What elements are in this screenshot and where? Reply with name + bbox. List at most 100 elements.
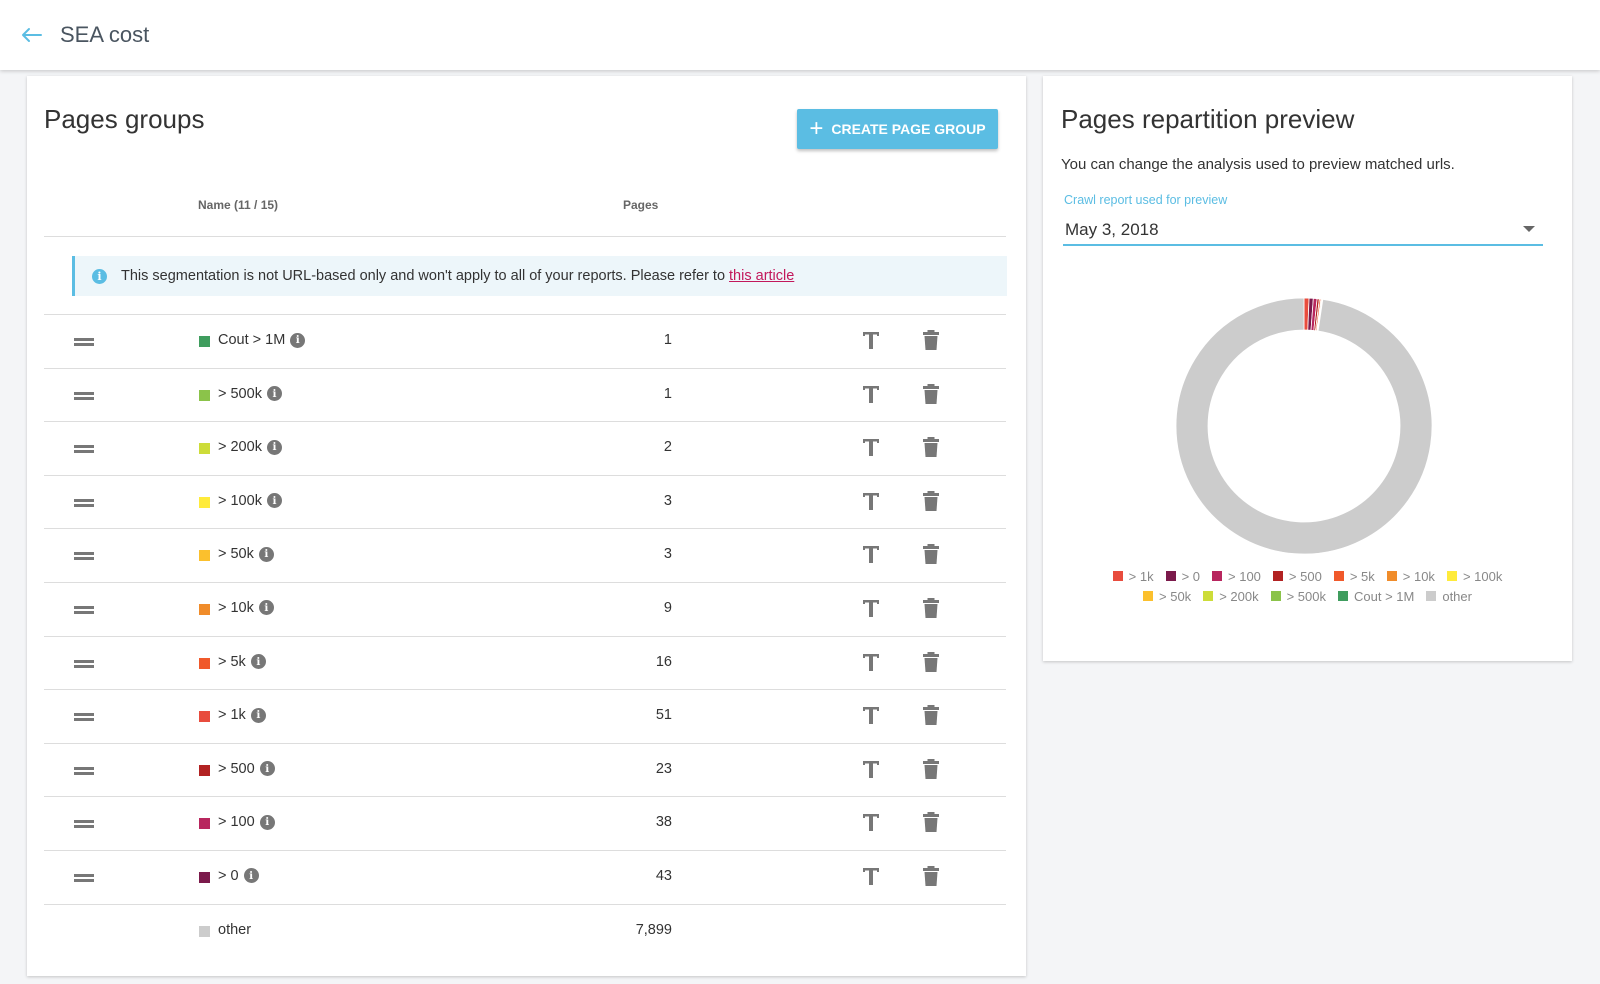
drag-handle-icon[interactable] — [74, 388, 94, 402]
legend-item[interactable]: > 10k — [1386, 568, 1435, 584]
legend-item[interactable]: > 500k — [1270, 589, 1326, 604]
info-icon[interactable]: i — [259, 814, 275, 830]
trash-icon[interactable] — [920, 810, 942, 834]
chevron-down-icon[interactable] — [1523, 226, 1535, 232]
text-format-icon[interactable] — [860, 596, 882, 620]
legend-item[interactable]: > 5k — [1333, 569, 1375, 584]
text-format-icon[interactable] — [860, 328, 882, 352]
groups-table: Cout > 1M i 1 > 500k i 1 > 200k i 2 > 100k i 3 > 50k… — [44, 315, 1006, 958]
legend-item[interactable]: Cout > 1M — [1338, 589, 1414, 604]
legend-item[interactable]: > 500 — [1272, 569, 1322, 584]
info-icon[interactable]: i — [243, 868, 259, 884]
legend-swatch — [1143, 591, 1154, 601]
pages-groups-title: Pages groups — [44, 104, 205, 134]
info-banner-text: This segmentation is not URL-based only … — [121, 268, 726, 284]
text-format-icon[interactable] — [860, 757, 882, 781]
trash-icon[interactable] — [920, 757, 942, 781]
drag-handle-icon[interactable] — [74, 334, 94, 348]
group-color-swatch — [199, 336, 210, 347]
drag-handle-icon[interactable] — [74, 441, 94, 455]
trash-icon[interactable] — [920, 596, 942, 620]
pages-groups-card: Pages groups + CREATE PAGE GROUP Name (1… — [27, 76, 1026, 976]
arrow-left-icon[interactable] — [18, 22, 44, 48]
drag-handle-icon[interactable] — [74, 763, 94, 777]
legend-item[interactable]: > 0 — [1165, 568, 1201, 584]
trash-icon[interactable] — [920, 703, 942, 727]
pages-count: 51 — [655, 707, 672, 724]
info-icon[interactable]: i — [250, 707, 266, 723]
legend-label: other — [1442, 588, 1472, 604]
legend-item[interactable]: > 100 — [1212, 569, 1261, 584]
group-name-cell: > 500k i — [218, 386, 282, 402]
group-name-cell: > 0i — [218, 868, 259, 884]
text-format-icon[interactable] — [860, 864, 882, 888]
legend-item[interactable]: other — [1426, 589, 1472, 604]
info-icon[interactable]: i — [266, 386, 282, 402]
legend-label: > 50k — [1159, 588, 1192, 604]
trash-icon[interactable] — [920, 328, 942, 352]
pages-count: 3 — [663, 492, 672, 509]
drag-handle-icon[interactable] — [74, 495, 94, 509]
text-format-icon[interactable] — [860, 435, 882, 459]
legend-swatch — [1426, 591, 1437, 601]
drag-handle-icon[interactable] — [74, 548, 94, 562]
legend-item[interactable]: > 50k — [1143, 589, 1191, 604]
text-format-icon[interactable] — [860, 810, 882, 834]
drag-handle-icon[interactable] — [74, 602, 94, 616]
group-color-swatch — [199, 443, 210, 455]
crawl-report-label: Crawl report used for preview — [1064, 193, 1228, 207]
legend-swatch — [1333, 571, 1344, 581]
legend-swatch — [1272, 571, 1283, 581]
legend-label: > 1k — [1128, 568, 1154, 584]
info-icon[interactable]: i — [258, 600, 274, 616]
legend-swatch — [1212, 571, 1223, 581]
group-name: > 500k — [218, 385, 262, 402]
table-row: > 100k i 3 — [44, 476, 1006, 530]
this-article-link[interactable]: this article — [729, 268, 794, 284]
group-color-swatch — [199, 818, 210, 830]
create-page-group-button[interactable]: + CREATE PAGE GROUP — [797, 109, 998, 149]
drag-handle-icon[interactable] — [74, 816, 94, 830]
drag-handle-icon[interactable] — [74, 656, 94, 670]
legend-label: > 0 — [1181, 568, 1201, 584]
pages-count: 3 — [663, 546, 672, 563]
info-icon[interactable]: i — [258, 546, 274, 562]
trash-icon[interactable] — [920, 650, 942, 674]
table-row: > 0 i 43 — [44, 851, 1006, 905]
table-row: > 5k i 16 — [44, 637, 1006, 691]
column-header-pages[interactable]: Pages — [623, 198, 658, 212]
info-icon[interactable]: i — [290, 332, 306, 348]
trash-icon[interactable] — [920, 435, 942, 459]
trash-icon[interactable] — [920, 382, 942, 406]
text-format-icon[interactable] — [860, 382, 882, 406]
legend-item[interactable]: > 1k — [1112, 568, 1154, 584]
trash-icon[interactable] — [920, 542, 942, 566]
info-icon: i — [92, 268, 107, 284]
legend-item[interactable]: > 200k — [1203, 589, 1259, 604]
pages-count: 2 — [663, 439, 672, 456]
group-name: Cout > 1M — [218, 332, 286, 348]
text-format-icon[interactable] — [860, 489, 882, 513]
crawl-report-select[interactable]: May 3, 2018 — [1063, 214, 1543, 246]
plus-icon: + — [809, 115, 824, 142]
group-name: > 50k — [218, 546, 254, 563]
drag-handle-icon[interactable] — [74, 709, 94, 723]
pages-count: 38 — [655, 814, 672, 831]
trash-icon[interactable] — [920, 489, 942, 513]
drag-handle-icon[interactable] — [74, 870, 94, 884]
divider — [44, 236, 1006, 237]
legend-label: > 10k — [1402, 568, 1435, 584]
column-header-name[interactable]: Name (11 / 15) — [198, 198, 278, 212]
info-icon[interactable]: i — [250, 654, 266, 670]
legend-swatch — [1112, 571, 1123, 581]
info-icon[interactable]: i — [266, 493, 282, 509]
donut-slice-other[interactable] — [1175, 297, 1433, 555]
text-format-icon[interactable] — [860, 650, 882, 674]
text-format-icon[interactable] — [860, 542, 882, 566]
legend-swatch — [1165, 571, 1176, 581]
info-icon[interactable]: i — [266, 439, 282, 455]
legend-item[interactable]: > 100k — [1446, 569, 1502, 584]
trash-icon[interactable] — [920, 864, 942, 888]
info-icon[interactable]: i — [259, 761, 275, 777]
text-format-icon[interactable] — [860, 703, 882, 727]
